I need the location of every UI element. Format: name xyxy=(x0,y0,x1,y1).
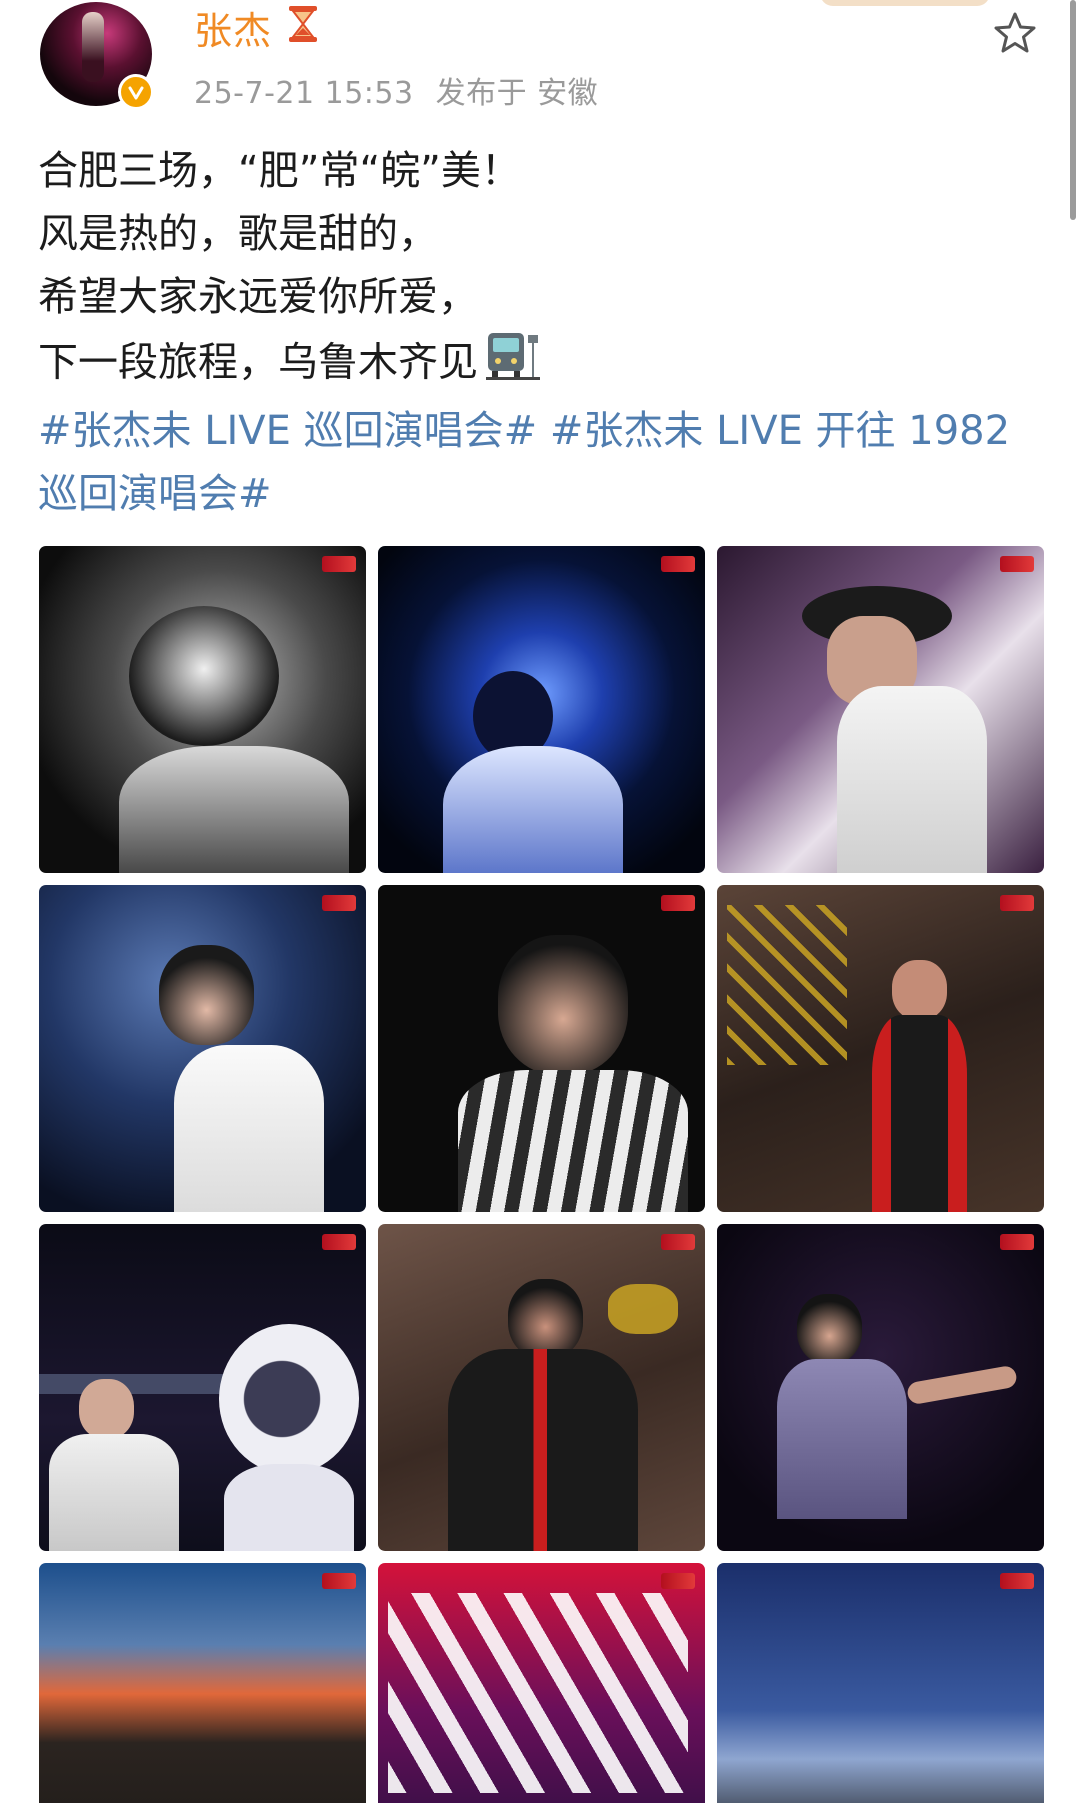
post-line-4: 下一段旅程，乌鲁木齐见 xyxy=(38,329,1038,400)
photo-watermark xyxy=(661,895,695,911)
photo-watermark xyxy=(322,1573,356,1589)
photo-watermark xyxy=(1000,556,1034,572)
photo-10[interactable] xyxy=(39,1563,366,1803)
photo-watermark xyxy=(1000,1234,1034,1250)
post-time: 25-7-21 15:53 xyxy=(194,76,414,111)
photo-7[interactable] xyxy=(39,1224,366,1551)
topic-hashtags[interactable]: #张杰未 LIVE 巡回演唱会# #张杰未 LIVE 开往 1982 巡回演唱会… xyxy=(38,400,1038,526)
photo-watermark xyxy=(1000,895,1034,911)
photo-6[interactable] xyxy=(717,885,1044,1212)
topic-line-2[interactable]: 巡回演唱会# xyxy=(38,463,1038,526)
top-banner-edge xyxy=(820,0,990,6)
photo-12[interactable] xyxy=(717,1563,1044,1803)
hourglass-icon xyxy=(286,4,320,48)
photo-watermark xyxy=(322,1234,356,1250)
photo-2[interactable] xyxy=(378,546,705,873)
post-line-3: 希望大家永远爱你所爱， xyxy=(38,274,478,320)
photo-grid xyxy=(39,546,1044,1803)
photo-watermark xyxy=(661,556,695,572)
post-line-1: 合肥三场，“肥”常“皖”美！ xyxy=(38,148,521,194)
post-location: 发布于 安徽 xyxy=(435,76,599,111)
photo-3[interactable] xyxy=(717,546,1044,873)
username[interactable]: 张杰 xyxy=(194,0,272,55)
star-icon[interactable] xyxy=(992,10,1038,60)
scrollbar[interactable] xyxy=(1070,0,1076,220)
photo-watermark xyxy=(322,556,356,572)
photo-4[interactable] xyxy=(39,885,366,1212)
photo-9[interactable] xyxy=(717,1224,1044,1551)
photo-8[interactable] xyxy=(378,1224,705,1551)
verified-badge-icon xyxy=(118,74,154,110)
photo-5[interactable] xyxy=(378,885,705,1212)
post-meta: 25-7-21 15:53 发布于 安徽 xyxy=(194,68,598,112)
photo-watermark xyxy=(661,1573,695,1589)
photo-1[interactable] xyxy=(39,546,366,873)
photo-watermark xyxy=(322,895,356,911)
train-icon xyxy=(484,329,542,400)
photo-watermark xyxy=(661,1234,695,1250)
topic-line-1[interactable]: #张杰未 LIVE 巡回演唱会# #张杰未 LIVE 开往 1982 xyxy=(38,400,1038,463)
post-body: 合肥三场，“肥”常“皖”美！ 风是热的，歌是甜的， 希望大家永远爱你所爱， 下一… xyxy=(38,140,1038,526)
post-line-2: 风是热的，歌是甜的， xyxy=(38,211,438,257)
photo-watermark xyxy=(1000,1573,1034,1589)
photo-11[interactable] xyxy=(378,1563,705,1803)
avatar-figure xyxy=(82,12,104,82)
post-line-4-text: 下一段旅程，乌鲁木齐见 xyxy=(38,339,478,386)
